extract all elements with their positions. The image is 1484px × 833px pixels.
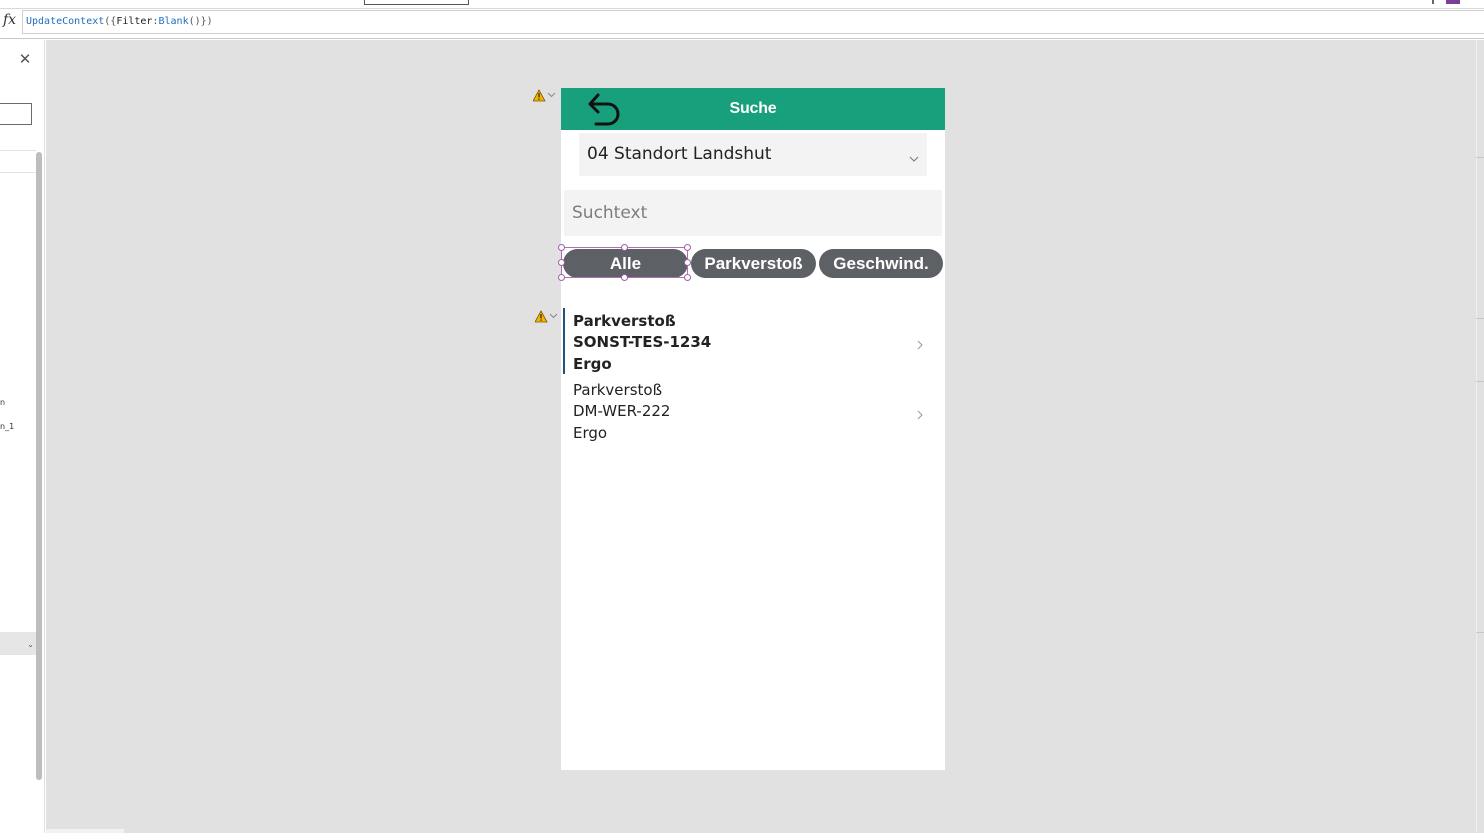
chevron-right-icon[interactable] bbox=[916, 336, 924, 350]
close-icon[interactable]: ✕ bbox=[16, 50, 34, 68]
tree-item-selected[interactable]: ⌄ bbox=[0, 632, 36, 655]
property-dropdown-fragment[interactable] bbox=[364, 0, 469, 5]
right-pane-divider bbox=[1476, 318, 1484, 319]
panel-divider bbox=[0, 172, 36, 173]
search-placeholder: Suchtext bbox=[572, 203, 648, 223]
formula-token: Blank bbox=[158, 16, 189, 27]
right-pane-divider bbox=[1476, 381, 1484, 382]
top-toolbar-strip bbox=[0, 0, 1484, 9]
tree-search-input[interactable] bbox=[0, 103, 32, 125]
resize-handle[interactable] bbox=[558, 244, 565, 251]
header-bar: Suche bbox=[561, 88, 945, 130]
formula-input[interactable]: UpdateContext({Filter:Blank()}) bbox=[22, 10, 1484, 34]
account-indicator bbox=[1446, 0, 1460, 4]
tree-item-label[interactable]: n_1 bbox=[0, 422, 14, 431]
formula-token: ({ bbox=[104, 16, 117, 27]
selected-indicator bbox=[563, 308, 565, 374]
right-pane-divider bbox=[1476, 632, 1484, 633]
location-dropdown[interactable]: 04 Standort Landshut bbox=[579, 133, 927, 176]
location-dropdown-value: 04 Standort Landshut bbox=[587, 144, 772, 164]
formula-token: UpdateContext bbox=[26, 16, 105, 27]
resize-handle[interactable] bbox=[684, 244, 691, 251]
record-insurer: Ergo bbox=[573, 355, 612, 373]
record-plate: SONST-TES-1234 bbox=[573, 333, 712, 351]
toolbar-divider bbox=[1432, 0, 1434, 4]
resize-handle[interactable] bbox=[558, 274, 565, 281]
chevron-down-icon bbox=[909, 149, 919, 162]
app-screen: Suche 04 Standort Landshut Suchtext Alle… bbox=[558, 88, 945, 770]
tree-item-label[interactable]: n bbox=[0, 398, 5, 407]
filter-button-parkverstoss[interactable]: Parkverstoß bbox=[691, 249, 816, 278]
search-input[interactable]: Suchtext bbox=[564, 190, 942, 236]
tree-view-panel: ✕ n n_1 ⌄ bbox=[0, 40, 45, 833]
list-item[interactable]: Parkverstoß DM-WER-222 Ergo bbox=[561, 378, 945, 444]
resize-handle[interactable] bbox=[684, 274, 691, 281]
formula-token: Filter bbox=[116, 16, 153, 27]
fx-icon: fx bbox=[3, 12, 17, 28]
right-pane-edge bbox=[1476, 40, 1484, 833]
back-arrow-icon[interactable] bbox=[586, 90, 626, 128]
warning-icon[interactable] bbox=[533, 89, 557, 103]
warning-icon[interactable] bbox=[535, 310, 559, 324]
resize-handle[interactable] bbox=[621, 244, 628, 251]
formula-bar: fx UpdateContext({Filter:Blank()}) bbox=[0, 9, 1484, 39]
resize-handle[interactable] bbox=[621, 274, 628, 281]
panel-scrollbar[interactable] bbox=[36, 152, 42, 780]
chevron-right-icon[interactable] bbox=[916, 406, 924, 420]
record-plate: DM-WER-222 bbox=[573, 402, 671, 420]
more-icon[interactable]: ⌄ bbox=[27, 640, 34, 649]
right-pane-divider bbox=[1476, 157, 1484, 158]
record-insurer: Ergo bbox=[573, 424, 608, 442]
list-item[interactable]: Parkverstoß SONST-TES-1234 Ergo bbox=[561, 308, 945, 374]
formula-token: ()}) bbox=[188, 16, 213, 27]
record-type: Parkverstoß bbox=[573, 381, 663, 399]
filter-button-geschwind[interactable]: Geschwind. bbox=[819, 249, 943, 278]
record-type: Parkverstoß bbox=[573, 312, 676, 330]
resize-handle[interactable] bbox=[684, 259, 691, 266]
bottom-status-strip bbox=[46, 829, 124, 833]
resize-handle[interactable] bbox=[558, 259, 565, 266]
panel-divider bbox=[0, 150, 36, 151]
